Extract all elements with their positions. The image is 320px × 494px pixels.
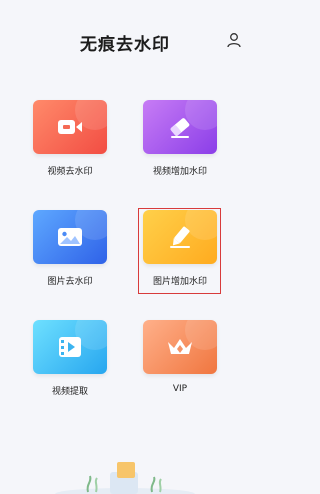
tile-label: 视频提取 <box>51 387 88 397</box>
bottom-illustration <box>0 454 250 494</box>
tile-card[interactable] <box>143 320 217 374</box>
tile-image-remove-watermark[interactable]: 图片去水印 <box>33 210 109 287</box>
tile-video-remove-watermark[interactable]: 视频去水印 <box>33 100 109 177</box>
tile-label: VIP <box>172 384 188 394</box>
plant-illustration-icon <box>55 462 195 494</box>
tile-card[interactable] <box>33 210 107 264</box>
tile-label: 视频去水印 <box>47 167 93 177</box>
tile-video-extract[interactable]: 视频提取 <box>33 320 109 397</box>
tile-video-add-watermark[interactable]: 视频增加水印 <box>143 100 219 177</box>
tile-label: 视频增加水印 <box>152 167 207 177</box>
tile-image-add-watermark[interactable]: 图片增加水印 <box>143 210 219 287</box>
eraser-icon <box>170 118 190 138</box>
tile-label: 图片去水印 <box>47 277 93 287</box>
tile-card[interactable] <box>33 320 107 374</box>
tile-card[interactable] <box>33 100 107 154</box>
feature-grid: 视频去水印 视频增加水印 图片去水印 图片增加水印 视频提取 VIP <box>0 0 250 494</box>
image-icon <box>58 228 82 246</box>
film-play-icon <box>59 337 81 357</box>
tile-vip[interactable]: VIP <box>143 320 219 394</box>
tile-label: 图片增加水印 <box>152 277 207 287</box>
tile-card[interactable] <box>143 210 217 264</box>
video-camera-icon <box>58 120 82 134</box>
crown-icon <box>168 339 192 354</box>
pencil-icon <box>170 226 190 248</box>
tile-card[interactable] <box>143 100 217 154</box>
